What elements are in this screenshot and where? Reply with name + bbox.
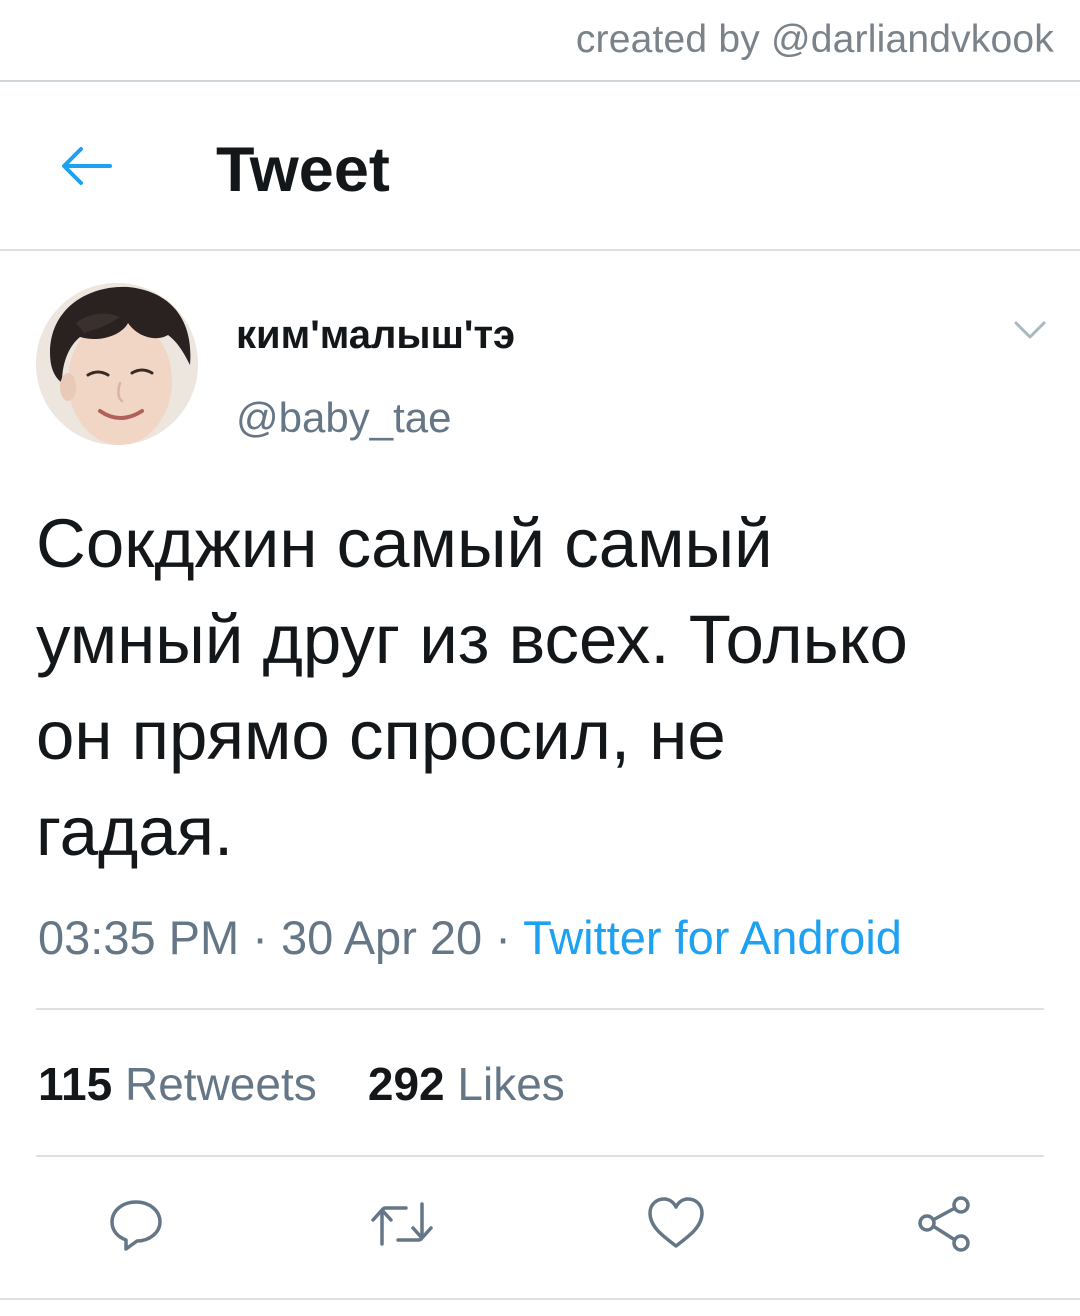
meta-separator: · — [495, 911, 511, 964]
like-button[interactable] — [644, 1192, 708, 1256]
arrow-left-icon — [62, 147, 112, 185]
likes-label: Likes — [457, 1058, 565, 1110]
likes-count: 292 — [367, 1058, 445, 1110]
display-name[interactable]: ким'малыш'тэ — [236, 311, 515, 359]
retweets-count: 115 — [38, 1058, 113, 1110]
like-icon — [648, 1197, 704, 1248]
back-button[interactable] — [58, 138, 114, 194]
tweet-meta: 03:35 PM · 30 Apr 20 · Twitter for Andro… — [38, 908, 902, 968]
avatar[interactable] — [36, 283, 198, 445]
tweet-time: 03:35 PM — [38, 911, 240, 964]
meta-separator: · — [252, 911, 268, 964]
more-options-button[interactable] — [1010, 310, 1050, 350]
stats-divider — [36, 1155, 1044, 1157]
chevron-down-icon — [1014, 321, 1046, 339]
user-handle[interactable]: @baby_tae — [236, 393, 451, 443]
retweets-stat[interactable]: 115 Retweets — [38, 1058, 317, 1110]
top-app-bar: Tweet — [0, 82, 1080, 250]
share-icon — [918, 1196, 970, 1252]
page-title: Tweet — [216, 135, 390, 205]
tweet-source-link[interactable]: Twitter for Android — [523, 911, 902, 964]
header-divider — [0, 249, 1080, 251]
tweet-detail-screen: created by @darliandvkook Tweet ким'малы… — [0, 0, 1080, 1316]
watermark: created by @darliandvkook — [575, 18, 1054, 61]
tweet-text: Сокджин самый самый умный друг из всех. … — [36, 505, 908, 870]
reply-icon — [110, 1200, 162, 1251]
retweet-button[interactable] — [370, 1192, 434, 1256]
tweet-stats: 115 Retweets 292 Likes — [38, 1054, 565, 1114]
meta-divider — [36, 1008, 1044, 1010]
avatar-photo — [36, 283, 198, 445]
actions-divider — [0, 1298, 1080, 1300]
retweets-label: Retweets — [125, 1058, 317, 1110]
share-button[interactable] — [912, 1192, 976, 1256]
retweet-icon — [371, 1202, 433, 1246]
likes-stat[interactable]: 292 Likes — [368, 1058, 565, 1110]
tweet-date: 30 Apr 20 — [280, 911, 483, 964]
reply-button[interactable] — [104, 1192, 168, 1256]
